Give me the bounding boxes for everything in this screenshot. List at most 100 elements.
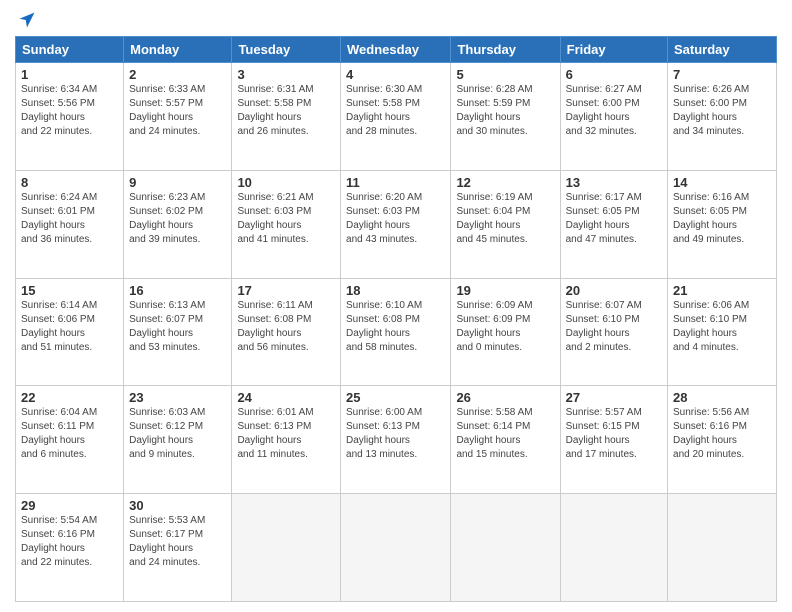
day-number: 23 xyxy=(129,390,226,405)
day-content: Sunrise: 6:11 AMSunset: 6:08 PMDaylight … xyxy=(237,299,335,355)
day-number: 8 xyxy=(21,175,118,190)
logo xyxy=(15,10,37,30)
day-content: Sunrise: 6:00 AMSunset: 6:13 PMDaylight … xyxy=(346,406,445,462)
day-number: 12 xyxy=(456,175,554,190)
day-number: 30 xyxy=(129,498,226,513)
calendar-cell: 24 Sunrise: 6:01 AMSunset: 6:13 PMDaylig… xyxy=(232,386,341,494)
calendar-cell: 4 Sunrise: 6:30 AMSunset: 5:58 PMDayligh… xyxy=(341,63,451,171)
day-number: 1 xyxy=(21,67,118,82)
calendar-cell xyxy=(560,494,667,602)
day-content: Sunrise: 6:30 AMSunset: 5:58 PMDaylight … xyxy=(346,83,445,139)
day-content: Sunrise: 5:54 AMSunset: 6:16 PMDaylight … xyxy=(21,514,118,570)
calendar-week-row: 22 Sunrise: 6:04 AMSunset: 6:11 PMDaylig… xyxy=(16,386,777,494)
day-number: 27 xyxy=(566,390,662,405)
day-number: 10 xyxy=(237,175,335,190)
calendar-week-row: 29 Sunrise: 5:54 AMSunset: 6:16 PMDaylig… xyxy=(16,494,777,602)
calendar-cell: 18 Sunrise: 6:10 AMSunset: 6:08 PMDaylig… xyxy=(341,278,451,386)
day-content: Sunrise: 6:34 AMSunset: 5:56 PMDaylight … xyxy=(21,83,118,139)
calendar-cell: 30 Sunrise: 5:53 AMSunset: 6:17 PMDaylig… xyxy=(124,494,232,602)
day-content: Sunrise: 6:17 AMSunset: 6:05 PMDaylight … xyxy=(566,191,662,247)
day-number: 16 xyxy=(129,283,226,298)
day-content: Sunrise: 6:26 AMSunset: 6:00 PMDaylight … xyxy=(673,83,771,139)
day-number: 2 xyxy=(129,67,226,82)
day-number: 3 xyxy=(237,67,335,82)
calendar-week-row: 15 Sunrise: 6:14 AMSunset: 6:06 PMDaylig… xyxy=(16,278,777,386)
day-content: Sunrise: 6:27 AMSunset: 6:00 PMDaylight … xyxy=(566,83,662,139)
calendar-week-row: 1 Sunrise: 6:34 AMSunset: 5:56 PMDayligh… xyxy=(16,63,777,171)
calendar-cell: 23 Sunrise: 6:03 AMSunset: 6:12 PMDaylig… xyxy=(124,386,232,494)
day-content: Sunrise: 6:13 AMSunset: 6:07 PMDaylight … xyxy=(129,299,226,355)
day-content: Sunrise: 6:09 AMSunset: 6:09 PMDaylight … xyxy=(456,299,554,355)
calendar-cell: 26 Sunrise: 5:58 AMSunset: 6:14 PMDaylig… xyxy=(451,386,560,494)
day-content: Sunrise: 6:33 AMSunset: 5:57 PMDaylight … xyxy=(129,83,226,139)
day-content: Sunrise: 5:56 AMSunset: 6:16 PMDaylight … xyxy=(673,406,771,462)
day-number: 24 xyxy=(237,390,335,405)
calendar-cell: 6 Sunrise: 6:27 AMSunset: 6:00 PMDayligh… xyxy=(560,63,667,171)
logo-area xyxy=(15,10,37,30)
day-content: Sunrise: 6:16 AMSunset: 6:05 PMDaylight … xyxy=(673,191,771,247)
day-content: Sunrise: 5:53 AMSunset: 6:17 PMDaylight … xyxy=(129,514,226,570)
day-number: 11 xyxy=(346,175,445,190)
day-content: Sunrise: 6:03 AMSunset: 6:12 PMDaylight … xyxy=(129,406,226,462)
calendar-cell: 25 Sunrise: 6:00 AMSunset: 6:13 PMDaylig… xyxy=(341,386,451,494)
logo-bird-icon xyxy=(17,10,37,30)
calendar-cell: 10 Sunrise: 6:21 AMSunset: 6:03 PMDaylig… xyxy=(232,170,341,278)
day-number: 21 xyxy=(673,283,771,298)
day-number: 29 xyxy=(21,498,118,513)
col-tuesday: Tuesday xyxy=(232,37,341,63)
day-number: 7 xyxy=(673,67,771,82)
col-sunday: Sunday xyxy=(16,37,124,63)
col-monday: Monday xyxy=(124,37,232,63)
day-number: 15 xyxy=(21,283,118,298)
day-content: Sunrise: 6:19 AMSunset: 6:04 PMDaylight … xyxy=(456,191,554,247)
calendar-cell: 17 Sunrise: 6:11 AMSunset: 6:08 PMDaylig… xyxy=(232,278,341,386)
day-content: Sunrise: 5:58 AMSunset: 6:14 PMDaylight … xyxy=(456,406,554,462)
day-number: 6 xyxy=(566,67,662,82)
day-number: 28 xyxy=(673,390,771,405)
col-saturday: Saturday xyxy=(668,37,777,63)
day-content: Sunrise: 6:06 AMSunset: 6:10 PMDaylight … xyxy=(673,299,771,355)
calendar-week-row: 8 Sunrise: 6:24 AMSunset: 6:01 PMDayligh… xyxy=(16,170,777,278)
calendar-table: Sunday Monday Tuesday Wednesday Thursday… xyxy=(15,36,777,602)
calendar-cell: 12 Sunrise: 6:19 AMSunset: 6:04 PMDaylig… xyxy=(451,170,560,278)
calendar-cell: 11 Sunrise: 6:20 AMSunset: 6:03 PMDaylig… xyxy=(341,170,451,278)
col-wednesday: Wednesday xyxy=(341,37,451,63)
day-number: 17 xyxy=(237,283,335,298)
calendar-cell: 20 Sunrise: 6:07 AMSunset: 6:10 PMDaylig… xyxy=(560,278,667,386)
day-content: Sunrise: 6:23 AMSunset: 6:02 PMDaylight … xyxy=(129,191,226,247)
day-number: 18 xyxy=(346,283,445,298)
calendar-cell: 2 Sunrise: 6:33 AMSunset: 5:57 PMDayligh… xyxy=(124,63,232,171)
calendar-cell: 27 Sunrise: 5:57 AMSunset: 6:15 PMDaylig… xyxy=(560,386,667,494)
day-number: 25 xyxy=(346,390,445,405)
day-content: Sunrise: 5:57 AMSunset: 6:15 PMDaylight … xyxy=(566,406,662,462)
day-content: Sunrise: 6:21 AMSunset: 6:03 PMDaylight … xyxy=(237,191,335,247)
day-content: Sunrise: 6:31 AMSunset: 5:58 PMDaylight … xyxy=(237,83,335,139)
day-number: 26 xyxy=(456,390,554,405)
day-content: Sunrise: 6:07 AMSunset: 6:10 PMDaylight … xyxy=(566,299,662,355)
page: Sunday Monday Tuesday Wednesday Thursday… xyxy=(0,0,792,612)
day-content: Sunrise: 6:01 AMSunset: 6:13 PMDaylight … xyxy=(237,406,335,462)
day-number: 19 xyxy=(456,283,554,298)
calendar-cell: 1 Sunrise: 6:34 AMSunset: 5:56 PMDayligh… xyxy=(16,63,124,171)
day-number: 9 xyxy=(129,175,226,190)
header-row: Sunday Monday Tuesday Wednesday Thursday… xyxy=(16,37,777,63)
col-thursday: Thursday xyxy=(451,37,560,63)
calendar-cell: 13 Sunrise: 6:17 AMSunset: 6:05 PMDaylig… xyxy=(560,170,667,278)
day-content: Sunrise: 6:20 AMSunset: 6:03 PMDaylight … xyxy=(346,191,445,247)
calendar-cell: 29 Sunrise: 5:54 AMSunset: 6:16 PMDaylig… xyxy=(16,494,124,602)
calendar-cell xyxy=(341,494,451,602)
calendar-cell xyxy=(232,494,341,602)
calendar-cell xyxy=(451,494,560,602)
calendar-cell: 14 Sunrise: 6:16 AMSunset: 6:05 PMDaylig… xyxy=(668,170,777,278)
day-number: 5 xyxy=(456,67,554,82)
calendar-cell: 3 Sunrise: 6:31 AMSunset: 5:58 PMDayligh… xyxy=(232,63,341,171)
calendar-cell: 15 Sunrise: 6:14 AMSunset: 6:06 PMDaylig… xyxy=(16,278,124,386)
day-number: 14 xyxy=(673,175,771,190)
calendar-cell: 19 Sunrise: 6:09 AMSunset: 6:09 PMDaylig… xyxy=(451,278,560,386)
calendar-cell: 21 Sunrise: 6:06 AMSunset: 6:10 PMDaylig… xyxy=(668,278,777,386)
day-content: Sunrise: 6:14 AMSunset: 6:06 PMDaylight … xyxy=(21,299,118,355)
calendar-cell: 22 Sunrise: 6:04 AMSunset: 6:11 PMDaylig… xyxy=(16,386,124,494)
day-number: 13 xyxy=(566,175,662,190)
calendar-cell: 7 Sunrise: 6:26 AMSunset: 6:00 PMDayligh… xyxy=(668,63,777,171)
calendar-cell: 5 Sunrise: 6:28 AMSunset: 5:59 PMDayligh… xyxy=(451,63,560,171)
